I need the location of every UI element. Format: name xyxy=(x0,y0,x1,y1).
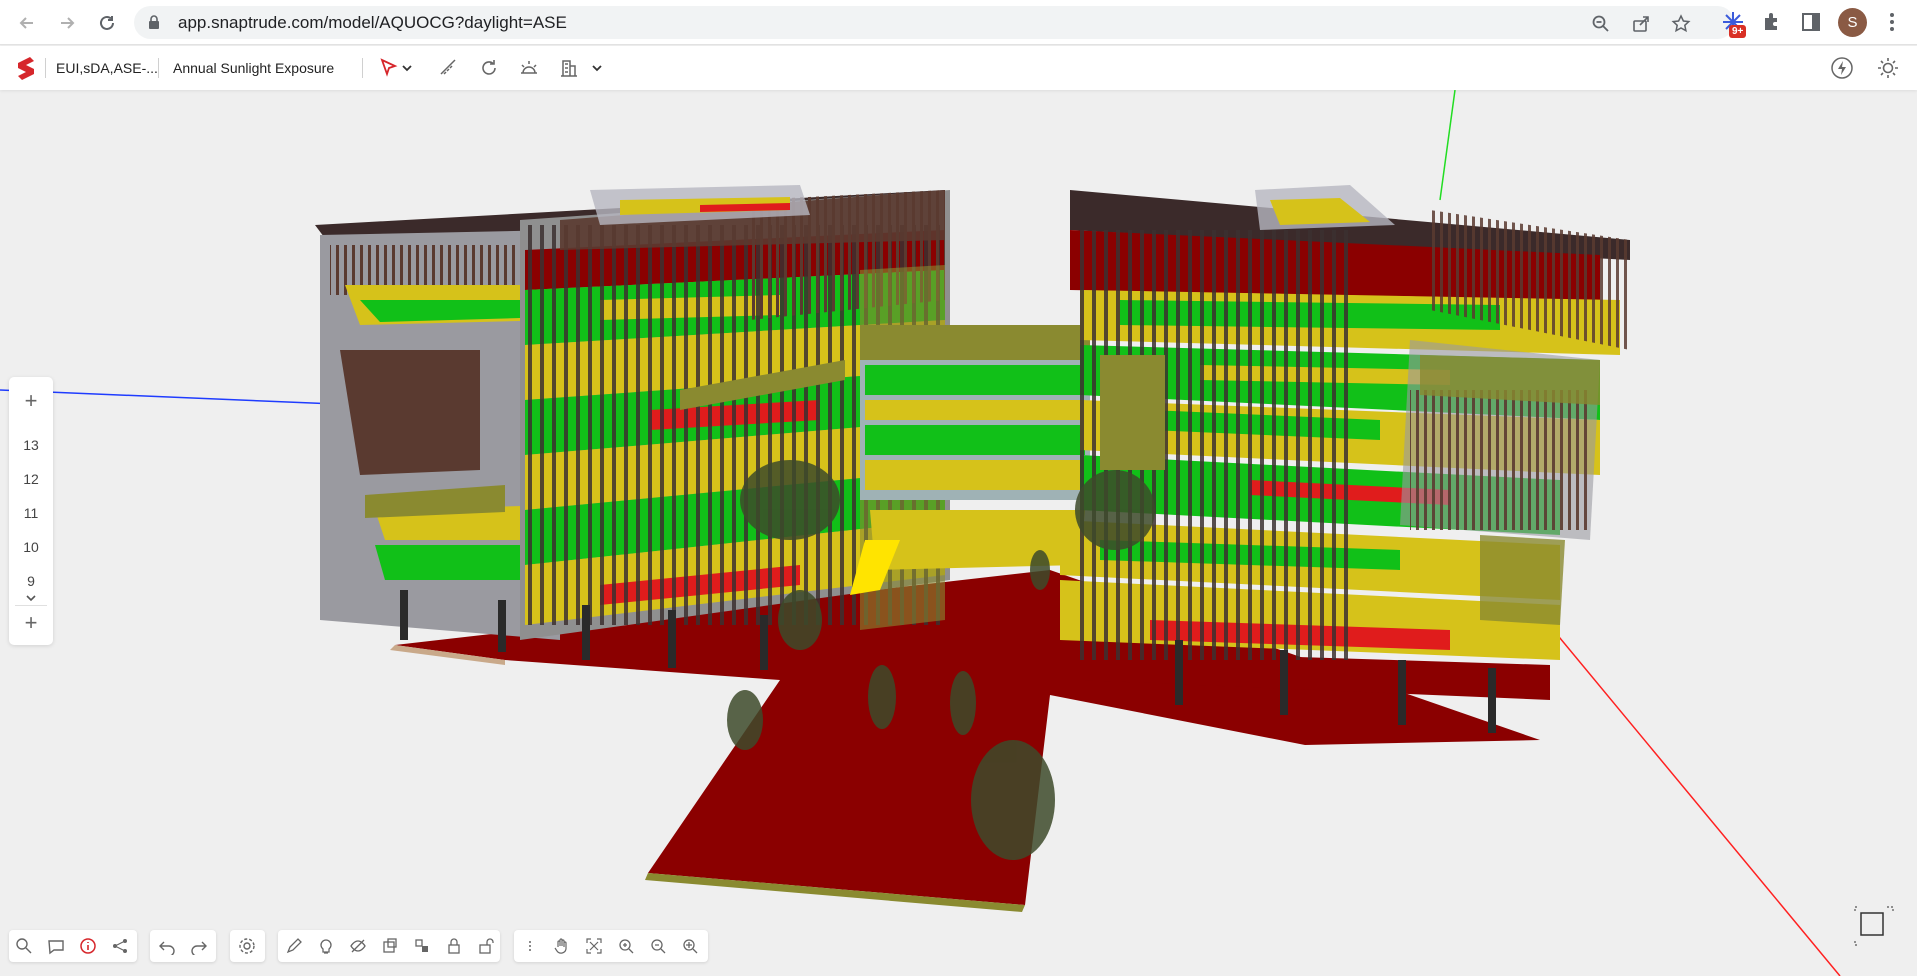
model-viewport[interactable] xyxy=(0,90,1917,976)
hide-icon[interactable] xyxy=(349,937,367,955)
toolbar-group-tools xyxy=(278,930,500,962)
storey-item-10[interactable]: 10 xyxy=(9,539,53,555)
toolbar-group-view xyxy=(9,930,137,962)
storey-item-13[interactable]: 13 xyxy=(9,437,53,453)
storey-item-11[interactable]: 11 xyxy=(9,505,53,521)
bookmark-star-icon[interactable] xyxy=(1671,14,1691,34)
x-axis-line xyxy=(0,389,361,406)
side-panel-icon[interactable] xyxy=(1799,10,1823,34)
search-model-icon[interactable] xyxy=(15,937,33,955)
project-name[interactable]: EUI,sDA,ASE-... xyxy=(56,60,158,76)
divider xyxy=(362,58,363,78)
app-toolbar: EUI,sDA,ASE-... Annual Sunlight Exposure xyxy=(0,46,1917,90)
measure-icon[interactable] xyxy=(438,57,460,79)
chevron-down-icon[interactable] xyxy=(9,592,53,606)
isolate-icon[interactable] xyxy=(381,937,399,955)
right-block xyxy=(1060,185,1630,700)
z-axis-line xyxy=(1544,619,1841,976)
layers-icon[interactable] xyxy=(413,937,431,955)
divider xyxy=(45,58,46,78)
zoom-icon[interactable] xyxy=(1591,14,1611,34)
chevron-down-icon[interactable] xyxy=(400,57,414,79)
add-storey-top-button[interactable]: + xyxy=(9,389,53,413)
more-vertical-icon[interactable] xyxy=(521,937,539,955)
toolbar-group-history xyxy=(150,930,216,962)
info-icon[interactable] xyxy=(79,937,97,955)
fit-view-icon[interactable] xyxy=(585,937,603,955)
left-block xyxy=(315,185,950,640)
light-bulb-icon[interactable] xyxy=(317,937,335,955)
divider xyxy=(158,58,159,78)
storey-item-9[interactable]: 9 xyxy=(9,573,53,589)
settings-gear-icon[interactable] xyxy=(238,937,256,955)
add-storey-bottom-button[interactable]: + xyxy=(9,611,53,635)
sun-study-icon[interactable] xyxy=(518,57,540,79)
zoom-in-icon[interactable] xyxy=(617,937,635,955)
share-icon[interactable] xyxy=(1631,14,1651,34)
storey-item-12[interactable]: 12 xyxy=(9,471,53,487)
browser-toolbar: app.snaptrude.com/model/AQUOCG?daylight=… xyxy=(0,0,1917,45)
storey-panel: + 13 12 11 10 9 + xyxy=(9,377,53,645)
redo-icon[interactable] xyxy=(190,937,208,955)
pan-hand-icon[interactable] xyxy=(553,937,571,955)
back-icon[interactable] xyxy=(14,10,40,36)
divider xyxy=(15,605,47,606)
snaptrude-logo[interactable] xyxy=(12,54,36,82)
y-axis-line xyxy=(1439,90,1456,201)
forward-icon[interactable] xyxy=(54,10,80,36)
toolbar-group-navigation xyxy=(514,930,708,962)
reload-icon[interactable] xyxy=(94,10,120,36)
building-3d-model[interactable] xyxy=(0,90,1917,976)
zoom-extent-icon[interactable] xyxy=(681,937,699,955)
view-cube-icon[interactable] xyxy=(1851,903,1897,949)
menu-dots-icon[interactable] xyxy=(1880,10,1904,34)
rotate-icon[interactable] xyxy=(478,57,500,79)
profile-avatar[interactable]: S xyxy=(1838,8,1867,37)
select-pointer-icon[interactable] xyxy=(378,57,400,79)
url-text[interactable]: app.snaptrude.com/model/AQUOCG?daylight=… xyxy=(178,13,567,33)
address-bar[interactable]: app.snaptrude.com/model/AQUOCG?daylight=… xyxy=(134,6,1734,39)
extension-puzzle-icon[interactable] xyxy=(1760,10,1784,34)
lock-icon[interactable] xyxy=(445,937,463,955)
lock-icon xyxy=(149,15,159,29)
analysis-mode-label[interactable]: Annual Sunlight Exposure xyxy=(173,60,334,76)
unlock-icon[interactable] xyxy=(477,937,495,955)
toolbar-group-settings xyxy=(230,930,265,962)
extension-badge: 9+ xyxy=(1729,25,1747,38)
share-icon[interactable] xyxy=(111,937,129,955)
comment-icon[interactable] xyxy=(47,937,65,955)
middle-block xyxy=(850,325,1090,595)
undo-icon[interactable] xyxy=(158,937,176,955)
chevron-down-icon[interactable] xyxy=(590,57,604,79)
zoom-out-icon[interactable] xyxy=(649,937,667,955)
sun-settings-icon[interactable] xyxy=(1876,56,1900,80)
pen-draw-icon[interactable] xyxy=(285,937,303,955)
lightning-icon[interactable] xyxy=(1830,56,1854,80)
storey-icon[interactable] xyxy=(558,57,580,79)
